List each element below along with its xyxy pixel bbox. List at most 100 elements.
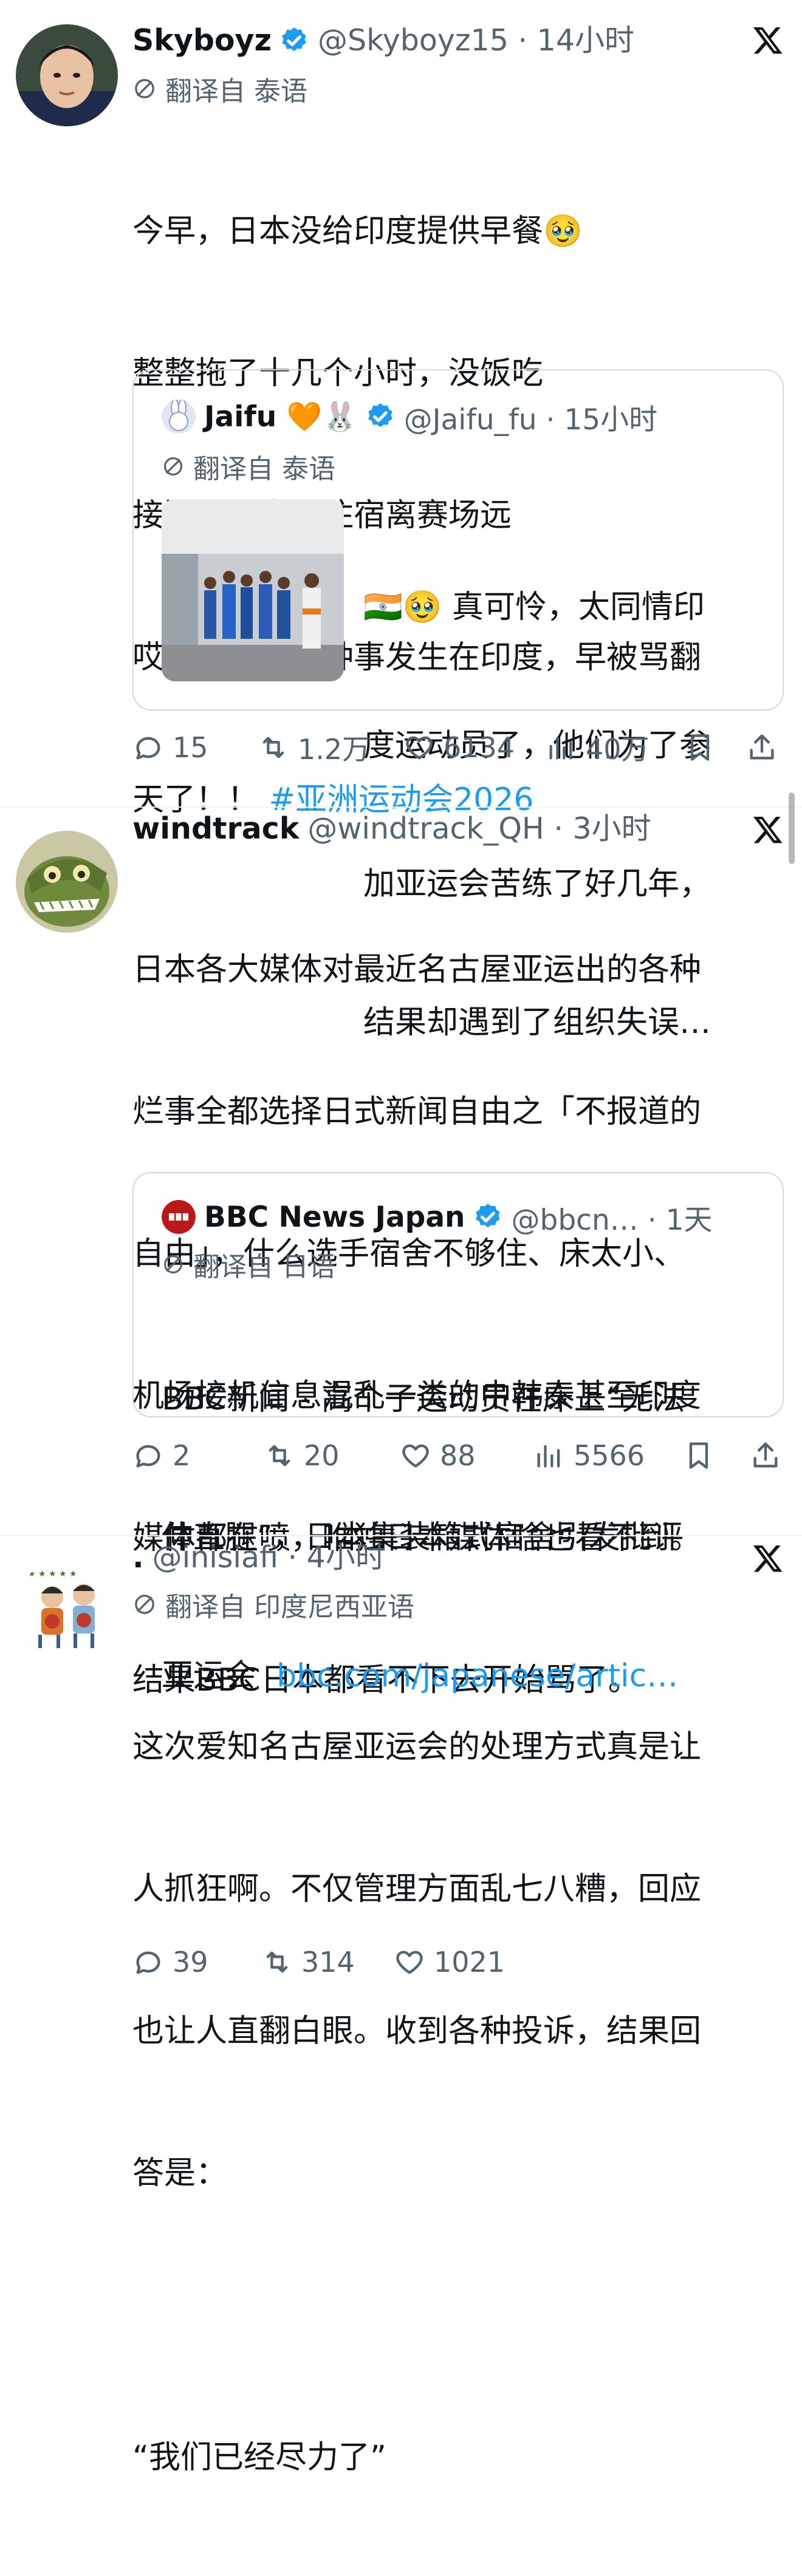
bookmark-button[interactable] [683,1434,715,1477]
x-logo-icon [753,1545,783,1572]
views-icon [549,737,572,760]
translate-icon [163,1255,183,1274]
like-button[interactable]: 1021 [394,1941,505,1983]
retweet-count: 314 [301,1946,355,1978]
reply-button[interactable]: 2 [132,1434,190,1477]
text-line: 也让人直翻白眼。收到各种投诉，结果回 [132,2013,702,2050]
quoted-handle-and-time[interactable]: @Jaifu_fu · 15小时 [404,396,658,438]
like-count: 6134 [444,731,515,764]
reply-button[interactable]: 15 [132,726,208,769]
like-count: 88 [440,1439,476,1472]
text-line: 这次爱知名古屋亚运会的处理方式真是让 [132,1729,702,1765]
view-count: 5566 [574,1439,645,1472]
reply-count: 15 [173,731,208,764]
text-line: BBC新闻 - 高个子运动员在床上“无法 [162,1381,685,1417]
reply-count: 39 [173,1946,208,1978]
avatar[interactable] [16,24,118,126]
translate-icon [135,1595,154,1614]
handle-and-time[interactable]: @windtrack_QH · 3小时 [307,808,651,850]
tweet-header: Skyboyz @Skyboyz15 · 14小时 [132,19,766,62]
retweet-button[interactable]: 314 [261,1941,355,1983]
scrollbar-thumb[interactable] [789,792,795,864]
retweet-icon [269,1445,290,1467]
action-bar: 2 20 88 5566 [132,1434,789,1477]
text-line: “我们已经尽力了” [132,2439,386,2476]
tweet-header: windtrack @windtrack_QH · 3小时 [132,808,766,850]
text-line: 人抓狂啊。不仅管理方面乱七八糟，回应 [132,1871,702,1907]
like-button[interactable]: 88 [400,1434,476,1477]
text-line [132,2292,776,2339]
reply-icon [136,1445,160,1468]
verified-badge-icon [282,27,306,52]
avatar[interactable] [16,831,118,933]
x-logo-icon [753,27,783,54]
reply-icon [136,1951,160,1974]
quoted-display-name[interactable]: Jaifu 🧡🐰 [204,400,358,434]
verified-badge-icon [475,1204,500,1228]
quoted-tweet[interactable]: Jaifu 🧡🐰 @Jaifu_fu · 15小时 翻译自 泰语 🇮🇳🥹 真可怜… [132,369,784,1041]
retweet-icon [262,737,284,758]
text-line: 日本各大媒体对最近名古屋亚运出的各种 [132,952,702,988]
svg-text:★ ★ ★ ★ ★: ★ ★ ★ ★ ★ [28,1569,77,1579]
retweet-icon [266,1951,288,1973]
quoted-avatar[interactable] [162,1200,196,1234]
avatar[interactable]: ★ ★ ★ ★ ★ [16,1558,118,1660]
quoted-tweet-header: Jaifu 🧡🐰 @Jaifu_fu · 15小时 [162,396,770,438]
bookmark-button[interactable] [684,726,716,769]
action-bar: 15 1.2万 6134 40万 [132,726,789,769]
quoted-avatar[interactable] [162,400,196,434]
heart-icon [396,1951,423,1974]
views-button[interactable]: 40万 [546,726,649,769]
tweet-text: 这次爱知名古屋亚运会的处理方式真是让 人抓狂啊。不仅管理方面乱七八糟，回应 也让… [132,1629,776,2576]
text-line: 🇮🇳🥹 真可怜，太同情印 [363,589,705,625]
tweet-3[interactable]: ★ ★ ★ ★ ★ . @inisiafi · 4小时 翻译自 印度尼西亚语 这… [0,1536,802,2476]
view-count: 40万 [586,733,649,766]
translated-from-label[interactable]: 翻译自 泰语 [132,70,307,107]
tweet-2[interactable]: windtrack @windtrack_QH · 3小时 日本各大媒体对最近名… [0,808,802,1699]
translated-from-text: 翻译自 泰语 [165,76,307,107]
reply-button[interactable]: 39 [132,1941,208,1983]
like-button[interactable]: 6134 [403,726,515,769]
tweet-header: . @inisiafi · 4小时 [132,1536,766,1579]
verified-badge-icon [368,403,392,428]
handle-and-time[interactable]: @inisiafi · 4小时 [153,1536,385,1579]
share-icon [750,734,774,760]
quoted-tweet[interactable]: BBC News Japan @bbcn… · 1天 翻译自 日语 BBC新闻 … [132,1172,784,1694]
quoted-translated-from[interactable]: 翻译自 日语 [162,1246,335,1283]
display-name[interactable]: windtrack [132,808,299,850]
retweet-count: 1.2万 [298,733,371,766]
views-icon [537,1445,560,1468]
retweet-button[interactable]: 1.2万 [258,726,370,769]
action-bar: 39 314 1021 [132,1941,789,1983]
heart-icon [406,736,433,760]
bookmark-icon [689,1442,708,1469]
quoted-handle-and-time[interactable]: @bbcn… · 1天 [512,1196,713,1238]
quoted-media-thumbnail[interactable] [162,499,344,681]
like-count: 1021 [434,1946,506,1978]
share-icon [753,1442,778,1468]
translated-from-label[interactable]: 翻译自 印度尼西亚语 [132,1586,414,1623]
handle-and-time[interactable]: @Skyboyz15 · 14小时 [318,19,634,62]
translated-from-text: 翻译自 日语 [193,1252,335,1283]
quoted-tweet-header: BBC News Japan @bbcn… · 1天 [162,1196,770,1238]
translate-icon [135,79,154,98]
reply-count: 2 [173,1439,191,1472]
display-name[interactable]: Skyboyz [132,19,272,62]
quoted-translated-from[interactable]: 翻译自 泰语 [162,448,335,485]
retweet-count: 20 [304,1439,340,1472]
x-logo-icon [753,816,783,843]
retweet-button[interactable]: 20 [264,1434,340,1477]
translate-icon [163,457,183,476]
text-line: 今早，日本没给印度提供早餐🥹 [132,213,583,250]
views-button[interactable]: 5566 [533,1434,645,1477]
tweet-1[interactable]: Skyboyz @Skyboyz15 · 14小时 翻译自 泰语 今早，日本没给… [0,0,802,1041]
heart-icon [402,1444,429,1468]
translated-from-text: 翻译自 印度尼西亚语 [165,1592,414,1623]
bookmark-icon [690,734,710,761]
display-name[interactable]: . [132,1536,144,1579]
share-button[interactable] [750,1434,781,1477]
text-line: 答是： [132,2155,228,2192]
share-button[interactable] [746,726,778,769]
reply-icon [136,737,160,760]
quoted-display-name[interactable]: BBC News Japan [204,1201,465,1234]
